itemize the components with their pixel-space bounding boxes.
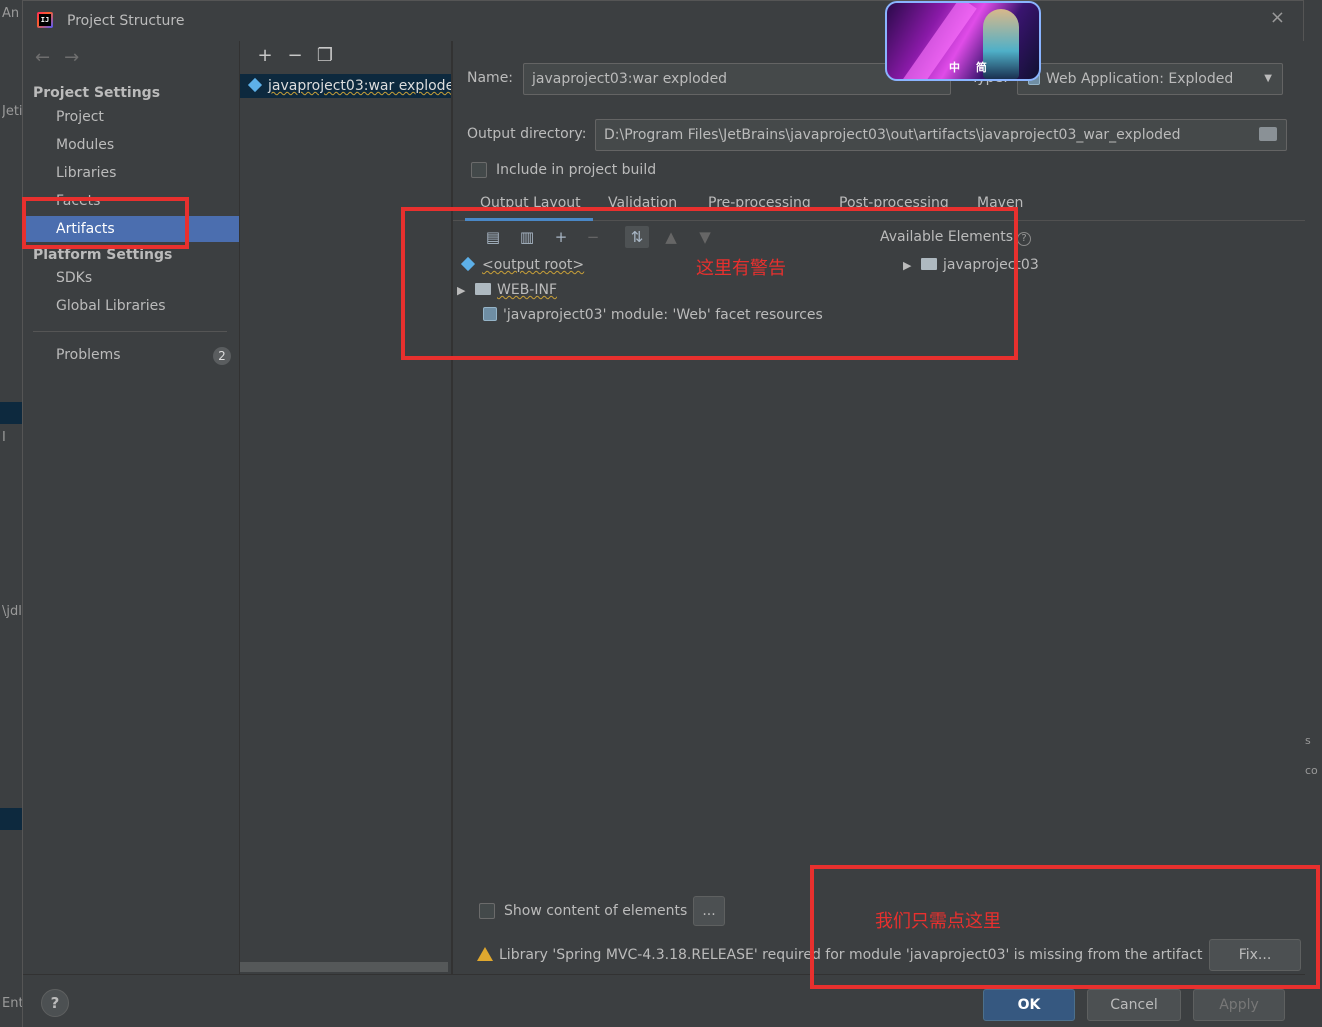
bg-fragment: Jeti: [2, 104, 23, 119]
back-arrow-icon[interactable]: ←: [35, 47, 64, 68]
platform-settings-heading: Platform Settings: [33, 247, 173, 263]
forward-arrow-icon[interactable]: →: [64, 47, 93, 68]
chevron-down-icon: ▼: [1264, 73, 1272, 84]
history-arrows: ←→: [35, 47, 93, 68]
nav-item-artifacts[interactable]: Artifacts: [23, 216, 239, 242]
show-content-label: Show content of elements: [504, 903, 688, 919]
bg-selection: [0, 402, 22, 424]
dialog-footer: ? OK Cancel Apply: [23, 974, 1305, 1027]
type-select-value: Web Application: Exploded: [1046, 71, 1234, 87]
nav-item-global-libraries[interactable]: Global Libraries: [23, 293, 239, 319]
output-directory-field[interactable]: D:\Program Files\JetBrains\javaproject03…: [595, 119, 1287, 151]
sort-elements-icon[interactable]: ⇅: [625, 226, 649, 248]
tab-maven[interactable]: Maven: [977, 195, 1023, 211]
bg-fragment: I: [2, 430, 6, 445]
bg-selection: [0, 808, 22, 830]
artifact-icon: [247, 77, 263, 93]
create-archive-icon[interactable]: ▥: [515, 226, 539, 248]
bg-fragment: s: [1305, 734, 1311, 747]
bg-fragment: \jdl: [2, 604, 22, 619]
web-resources-icon: [483, 307, 497, 321]
available-elements-label: Available Elements?: [880, 229, 1032, 246]
output-directory-label: Output directory:: [467, 126, 587, 142]
tab-post-processing[interactable]: Post-processing: [839, 195, 949, 211]
dialog-title: Project Structure: [67, 13, 185, 29]
annotation-warning-note: 这里有警告: [696, 258, 786, 279]
type-select[interactable]: Web Application: Exploded ▼: [1017, 63, 1283, 95]
settings-navigation: ←→ Project Settings Project Modules Libr…: [23, 41, 239, 974]
artifact-settings-panel: Name: javaproject03:war exploded Type: W…: [453, 41, 1305, 974]
project-settings-heading: Project Settings: [33, 85, 161, 101]
output-root-icon: [460, 256, 476, 272]
folder-browse-icon[interactable]: [1259, 127, 1277, 141]
bg-fragment: Ent: [2, 996, 24, 1011]
warning-icon: [477, 947, 493, 961]
add-element-icon[interactable]: +: [549, 226, 573, 248]
nav-item-facets[interactable]: Facets: [23, 188, 239, 214]
available-item-module[interactable]: ▶ javaproject03: [903, 257, 1039, 273]
title-bar: IJ Project Structure ×: [23, 1, 1303, 41]
tab-validation[interactable]: Validation: [608, 195, 677, 211]
background-ide-right-strip: s co: [1302, 0, 1322, 1027]
nav-item-project[interactable]: Project: [23, 104, 239, 130]
fix-button[interactable]: Fix...: [1209, 939, 1301, 971]
help-button[interactable]: ?: [41, 989, 69, 1017]
copy-icon[interactable]: ❐: [310, 45, 340, 66]
ok-button[interactable]: OK: [983, 989, 1075, 1021]
overlay-avatar-image: 中 简: [885, 1, 1041, 81]
intellij-logo-icon: IJ: [37, 12, 53, 28]
expand-arrow-icon[interactable]: ▶: [903, 259, 921, 272]
module-folder-icon: [921, 258, 937, 270]
help-icon[interactable]: ?: [1017, 232, 1032, 246]
cancel-button[interactable]: Cancel: [1087, 989, 1181, 1021]
show-content-checkbox[interactable]: [479, 903, 495, 919]
add-icon[interactable]: +: [250, 45, 280, 66]
active-tab-indicator: [465, 218, 593, 221]
nav-item-libraries[interactable]: Libraries: [23, 160, 239, 186]
missing-library-warning: Library 'Spring MVC-4.3.18.RELEASE' requ…: [477, 947, 1203, 963]
bg-fragment: An: [2, 6, 20, 21]
nav-item-problems[interactable]: Problems: [23, 342, 239, 368]
include-in-build-label: Include in project build: [496, 162, 657, 178]
ellipsis-button[interactable]: ...: [693, 896, 725, 926]
close-button[interactable]: ×: [1270, 7, 1285, 28]
folder-icon: [475, 283, 491, 295]
tab-pre-processing[interactable]: Pre-processing: [708, 195, 811, 211]
bg-fragment: co: [1305, 764, 1318, 777]
problems-count-badge: 2: [213, 347, 231, 365]
move-down-icon[interactable]: ▼: [693, 226, 717, 248]
project-structure-dialog: IJ Project Structure × 中 简 ←→ Project Se…: [22, 0, 1305, 1027]
tree-output-root[interactable]: <output root>: [459, 256, 584, 273]
tab-output-layout[interactable]: Output Layout: [480, 195, 581, 211]
expand-arrow-icon[interactable]: ▶: [457, 284, 475, 297]
background-ide-left-strip: An Jeti I \jdl Ent: [0, 0, 24, 1027]
apply-button[interactable]: Apply: [1193, 989, 1285, 1021]
include-in-build-checkbox[interactable]: [471, 162, 487, 178]
artifact-list-item[interactable]: javaproject03:war exploded: [240, 74, 452, 98]
nav-item-modules[interactable]: Modules: [23, 132, 239, 158]
move-up-icon[interactable]: ▲: [659, 226, 683, 248]
artifact-tabs: Output Layout Validation Pre-processing …: [453, 191, 1305, 221]
remove-element-icon[interactable]: −: [581, 226, 605, 248]
remove-icon[interactable]: −: [280, 45, 310, 66]
avatar-caption: 中 简: [949, 61, 993, 74]
create-directory-icon[interactable]: ▤: [481, 226, 505, 248]
horizontal-scrollbar[interactable]: [240, 962, 448, 972]
nav-divider: [33, 331, 227, 332]
artifact-list-toolbar: + − ❐: [250, 45, 340, 66]
artifact-item-label: javaproject03:war exploded: [268, 78, 452, 94]
nav-item-sdks[interactable]: SDKs: [23, 265, 239, 291]
name-label: Name:: [467, 70, 514, 86]
tree-web-inf[interactable]: ▶ WEB-INF: [457, 282, 557, 298]
tree-facet-resources[interactable]: 'javaproject03' module: 'Web' facet reso…: [483, 307, 823, 323]
artifact-list-panel: + − ❐ javaproject03:war exploded: [239, 41, 453, 974]
annotation-click-note: 我们只需点这里: [875, 911, 1001, 932]
